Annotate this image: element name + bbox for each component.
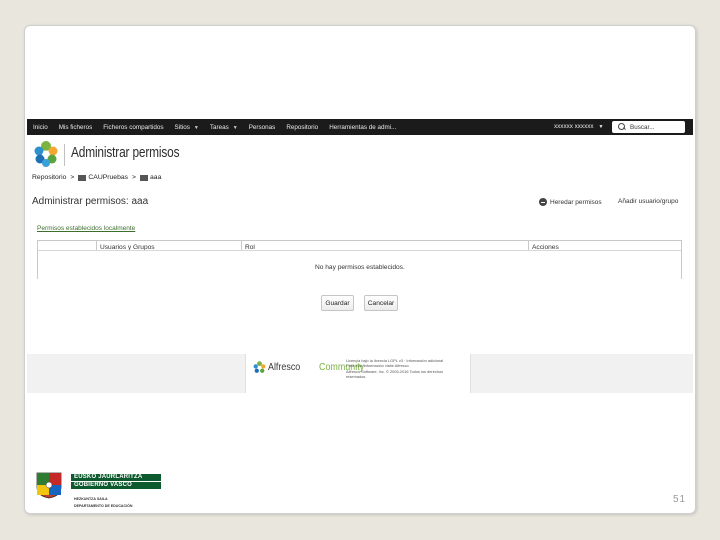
breadcrumb-item-caupruebas[interactable]: CAUPruebas: [88, 174, 128, 181]
breadcrumb-separator: >: [132, 174, 137, 181]
header-divider: [38, 250, 681, 251]
nav-item-label: Personas: [248, 123, 276, 131]
local-permissions-heading: Permisos establecidos localmente: [37, 225, 136, 232]
user-menu[interactable]: xxxxxx xxxxxx ▼: [554, 119, 603, 135]
permissions-table: Usuarios y Grupos Rol Acciones No hay pe…: [37, 240, 682, 279]
nav-item-label: Sitios: [174, 123, 190, 131]
search-input[interactable]: Buscar...: [612, 121, 685, 133]
nav-item-2[interactable]: Ficheros compartidos: [103, 124, 163, 131]
nav-item-5[interactable]: Personas: [249, 124, 276, 131]
alfresco-logo-icon: [34, 140, 58, 168]
dept-name-basque: HEZKUNTZA SAILA: [74, 497, 108, 501]
title-divider: [64, 144, 65, 166]
gov-name-basque: EUSKO JAURLARITZA: [71, 474, 161, 481]
slide: Inicio Mis ficheros Ficheros compartidos Si…: [24, 25, 696, 514]
cancel-button[interactable]: Cancelar: [364, 295, 398, 311]
nav-item-label: Tareas: [209, 123, 229, 131]
nav-item-1[interactable]: Mis ficheros: [59, 124, 93, 131]
footer-legal-text: Licencia bajo la licencia LGPL v3 · Info…: [346, 358, 470, 379]
permissions-subtitle: Administrar permisos: aaa: [32, 196, 149, 207]
nav-item-label: Repositorio: [286, 123, 319, 131]
breadcrumb-separator: >: [70, 174, 75, 181]
coat-of-arms-icon: [34, 471, 64, 499]
chevron-down-icon: ▼: [193, 124, 199, 131]
alfresco-flower-icon: [253, 361, 266, 373]
breadcrumb-root[interactable]: Repositorio: [32, 174, 66, 181]
chevron-down-icon: ▼: [598, 124, 604, 130]
basque-government-logo: EUSKO JAURLARITZA GOBIERNO VASCO HEZKUNT…: [34, 471, 162, 513]
gov-name-spanish: GOBIERNO VASCO: [71, 482, 161, 489]
page-title: Administrar permisos: [71, 145, 180, 161]
nav-item-label: Ficheros compartidos: [103, 123, 164, 131]
search-placeholder: Buscar...: [630, 123, 655, 131]
nav-item-4[interactable]: Tareas ▼: [210, 124, 238, 131]
nav-menu: Inicio Mis ficheros Ficheros compartidos Si…: [33, 119, 407, 135]
minus-circle-icon: [539, 198, 547, 206]
legal-line: reservados.: [346, 373, 367, 379]
search-icon: [618, 123, 626, 131]
column-divider: [528, 241, 529, 250]
nav-item-label: Inicio: [33, 123, 48, 131]
empty-table-message: No hay permisos establecidos.: [315, 264, 405, 271]
nav-item-label: Herramientas de admi...: [329, 123, 397, 131]
chevron-down-icon: ▼: [232, 124, 238, 131]
nav-item-7[interactable]: Herramientas de admi...: [329, 124, 396, 131]
folder-icon: [140, 174, 149, 181]
brand-alfresco: Alfresco: [268, 361, 301, 373]
column-divider: [241, 241, 242, 250]
breadcrumb-item-aaa[interactable]: aaa: [150, 174, 161, 181]
breadcrumb: Repositorio > CAUPruebas > aaa: [32, 174, 161, 181]
nav-item-0[interactable]: Inicio: [33, 124, 48, 131]
column-divider: [96, 241, 97, 250]
top-navbar: Inicio Mis ficheros Ficheros compartidos Si…: [27, 119, 693, 135]
nav-item-label: Mis ficheros: [58, 123, 93, 131]
save-button[interactable]: Guardar: [321, 295, 354, 311]
inherit-permissions-button[interactable]: Heredar permisos: [539, 198, 602, 206]
inherit-permissions-label: Heredar permisos: [550, 198, 602, 206]
add-user-group-button[interactable]: Añadir usuario/grupo: [618, 198, 678, 205]
nav-item-6[interactable]: Repositorio: [286, 124, 318, 131]
dept-name-spanish: DEPARTAMENTO DE EDUCACIÓN: [74, 504, 133, 508]
slide-number: 51: [673, 494, 687, 505]
folder-icon: [78, 174, 87, 181]
nav-item-3[interactable]: Sitios ▼: [175, 124, 199, 131]
footer-branding: Alfresco Community Licencia bajo la lice…: [245, 354, 471, 393]
user-name: xxxxxx xxxxxx: [554, 123, 594, 130]
